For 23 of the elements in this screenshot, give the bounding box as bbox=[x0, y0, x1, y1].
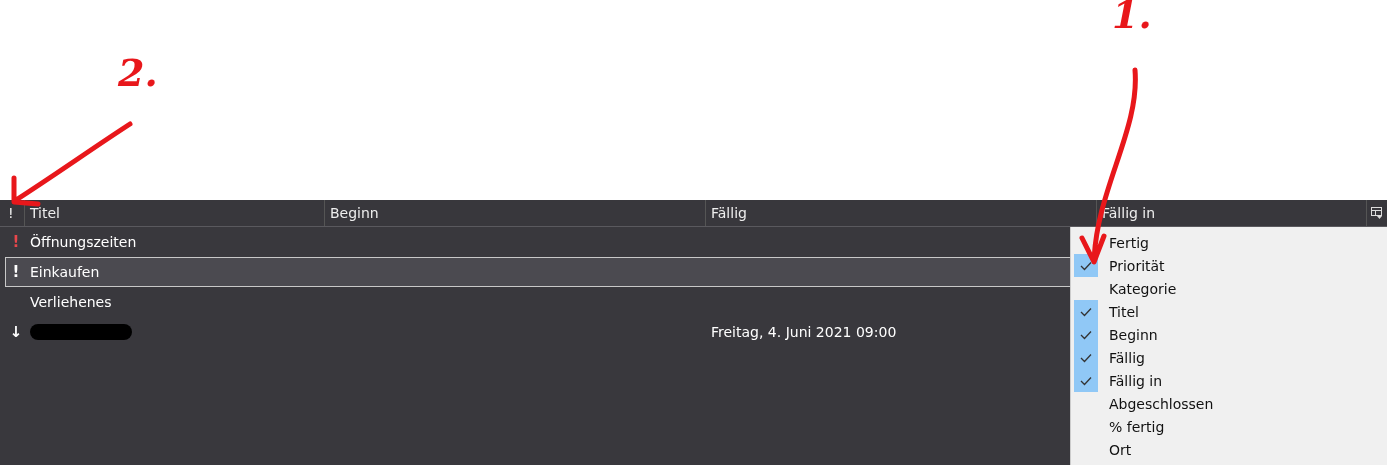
column-header[interactable]: Fällig in bbox=[1097, 200, 1367, 226]
task-title: Öffnungszeiten bbox=[30, 234, 137, 250]
menu-item[interactable]: Fällig in bbox=[1098, 372, 1163, 389]
annotation-number: 2. bbox=[118, 50, 158, 95]
priority-icon: ! bbox=[12, 263, 20, 281]
due-date: Freitag, 4. Juni 2021 09:00 bbox=[711, 324, 897, 340]
menu-item[interactable]: Priorität bbox=[1098, 257, 1165, 274]
menu-item[interactable]: Titel bbox=[1098, 303, 1139, 320]
priority-icon: ! bbox=[12, 233, 20, 251]
task-title: Einkaufen bbox=[30, 264, 100, 280]
menu-item[interactable]: Ort bbox=[1098, 441, 1132, 458]
menu-item[interactable]: % fertig bbox=[1098, 418, 1165, 435]
menu-item[interactable]: Beginn bbox=[1098, 326, 1158, 343]
column-header[interactable]: ! bbox=[0, 200, 25, 226]
annotation-number: 1. bbox=[1112, 0, 1152, 37]
column-header[interactable]: Titel bbox=[25, 200, 325, 226]
priority-icon: ↓ bbox=[9, 323, 23, 341]
menu-item[interactable]: Fällig bbox=[1098, 349, 1145, 366]
column-chooser-icon[interactable] bbox=[1371, 207, 1383, 219]
column-header[interactable]: Fällig bbox=[706, 200, 1097, 226]
menu-item[interactable]: Fertig bbox=[1098, 234, 1149, 251]
menu-item[interactable]: Abgeschlossen bbox=[1098, 395, 1214, 412]
column-header[interactable]: Beginn bbox=[325, 200, 706, 226]
